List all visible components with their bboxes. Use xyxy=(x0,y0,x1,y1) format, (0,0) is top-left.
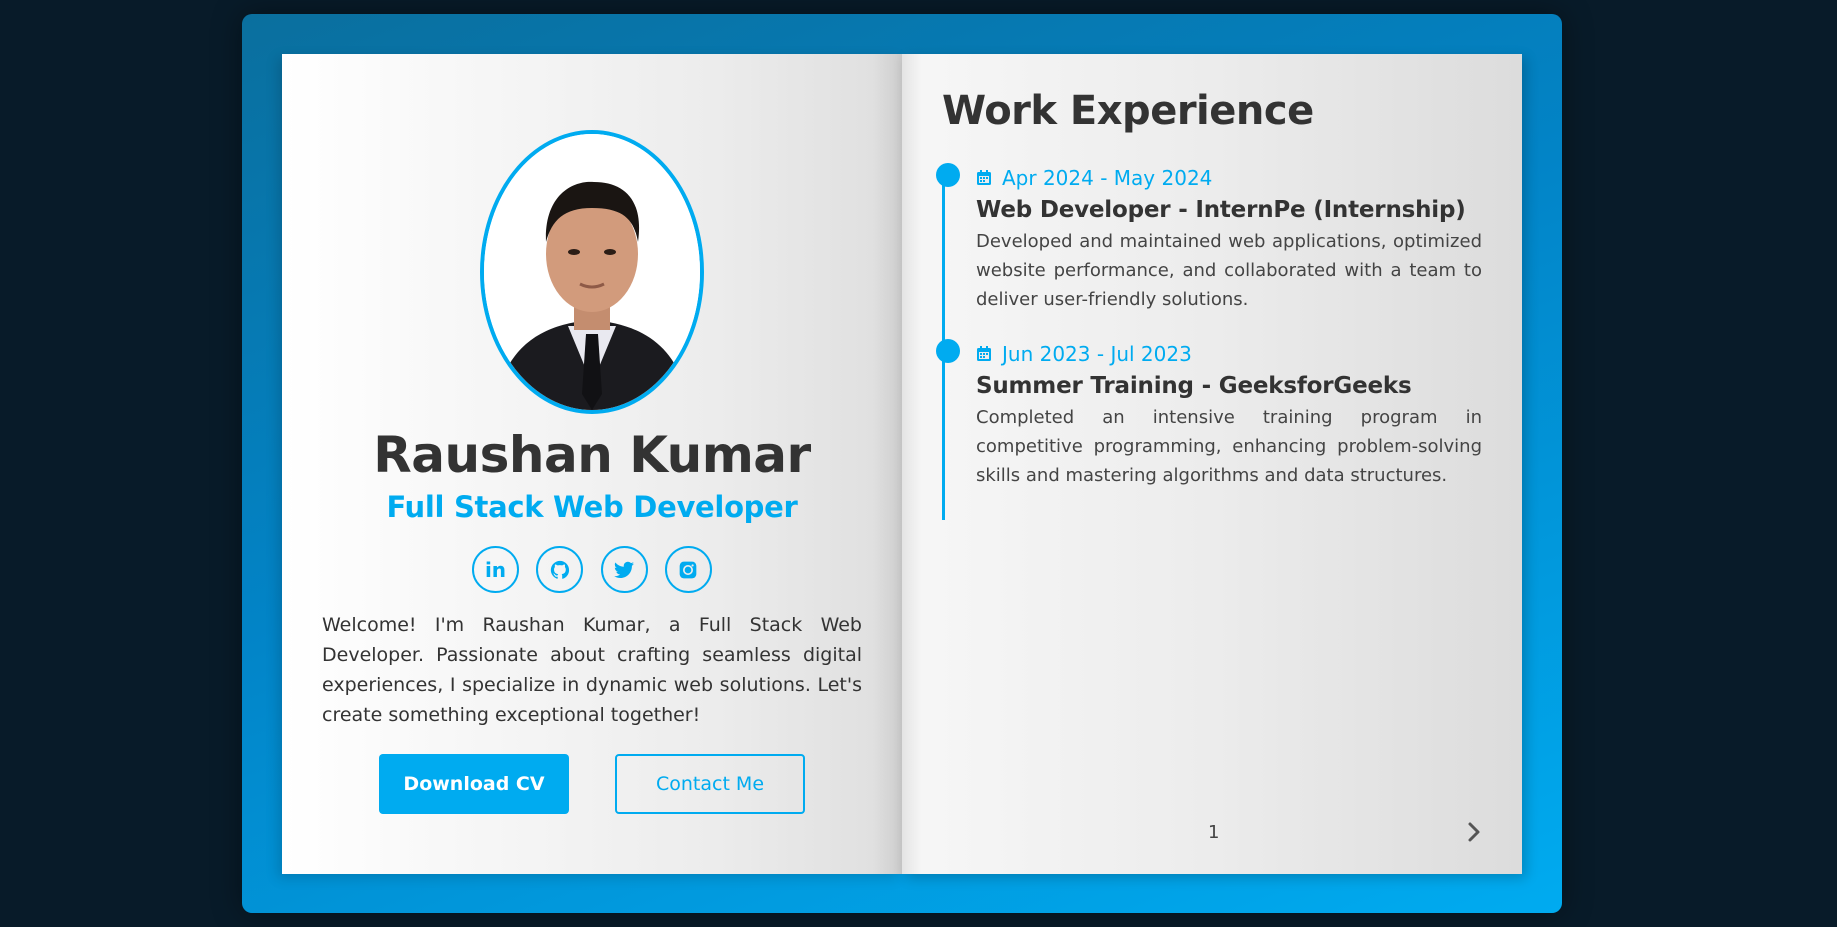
experience-date: Jun 2023 - Jul 2023 xyxy=(976,341,1482,367)
twitter-icon xyxy=(614,561,635,578)
github-icon xyxy=(550,560,569,579)
section-title: Work Experience xyxy=(942,88,1314,134)
profile-photo xyxy=(480,130,704,414)
calendar-icon xyxy=(977,170,991,185)
experience-date-text: Apr 2024 - May 2024 xyxy=(1002,166,1213,190)
timeline-dot xyxy=(936,163,960,187)
experience-title: Web Developer - InternPe (Internship) xyxy=(976,197,1466,223)
profile-page: Raushan Kumar Full Stack Web Developer i… xyxy=(282,54,902,874)
timeline-dot xyxy=(936,339,960,363)
linkedin-link[interactable]: in xyxy=(472,546,519,593)
social-links: in xyxy=(472,546,712,596)
page-fold-shadow xyxy=(902,54,922,874)
experience-title: Summer Training - GeeksforGeeks xyxy=(976,373,1412,399)
contact-me-button[interactable]: Contact Me xyxy=(615,754,805,814)
twitter-link[interactable] xyxy=(600,546,648,593)
profile-name: Raushan Kumar xyxy=(373,426,811,484)
experience-item: Apr 2024 - May 2024 Web Developer - Inte… xyxy=(936,163,1482,314)
experience-page: Work Experience Apr 2024 - May 2024 Web … xyxy=(902,54,1522,874)
instagram-icon xyxy=(680,561,697,578)
github-link[interactable] xyxy=(536,546,584,593)
experience-date: Apr 2024 - May 2024 xyxy=(976,165,1482,191)
calendar-icon xyxy=(977,346,991,361)
profile-bio: Welcome! I'm Raushan Kumar, a Full Stack… xyxy=(322,614,862,726)
page-number: 1 xyxy=(1208,822,1220,843)
experience-date-text: Jun 2023 - Jul 2023 xyxy=(1002,342,1192,366)
instagram-link[interactable] xyxy=(664,546,712,593)
download-cv-button[interactable]: Download CV xyxy=(379,754,569,814)
experience-item: Jun 2023 - Jul 2023 Summer Training - Ge… xyxy=(936,339,1482,490)
experience-description: Completed an intensive training program … xyxy=(976,407,1482,486)
experience-description: Developed and maintained web application… xyxy=(976,231,1482,310)
linkedin-icon: in xyxy=(484,557,507,582)
profile-role: Full Stack Web Developer xyxy=(386,490,798,524)
chevron-right-icon[interactable] xyxy=(1462,820,1486,844)
profile-photo-image xyxy=(484,134,700,410)
